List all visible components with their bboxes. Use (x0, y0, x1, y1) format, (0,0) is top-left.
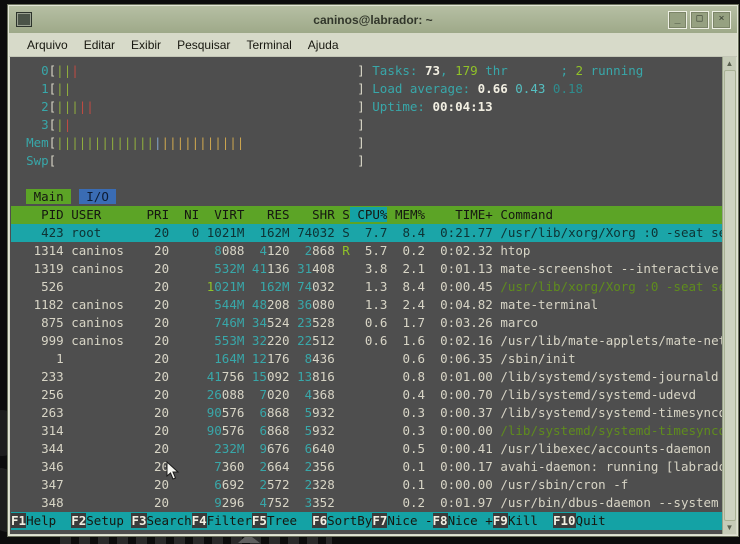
process-row-1[interactable]: 1 20 164M 12176 8436 0.6 0:06.35 /sbin/i… (11, 350, 723, 368)
fkey-f8-key[interactable]: F8 (432, 513, 448, 528)
fkey-f6-key[interactable]: F6 (312, 513, 328, 528)
fkey-f2-label[interactable]: Setup (86, 513, 132, 528)
mem-meter: Mem[||||||||||||||||||||||||| ] (26, 135, 365, 150)
fkey-f5-label[interactable]: Tree (266, 513, 313, 528)
menu-bar: Arquivo Editar Exibir Pesquisar Terminal Ajud… (9, 33, 737, 57)
tab-main[interactable]: Main (26, 189, 72, 204)
menu-item-pesquisar[interactable]: Pesquisar (169, 38, 238, 52)
process-row-423[interactable]: 423 root 20 0 1021M 162M 74032 S 7.7 8.4… (11, 224, 723, 242)
minimize-button[interactable]: _ (668, 11, 687, 29)
fkey-f7-label[interactable]: Nice - (387, 513, 433, 528)
fkey-f3-label[interactable]: Search (146, 513, 192, 528)
process-row-1182[interactable]: 1182 caninos 20 544M 48208 36080 1.3 2.4… (11, 296, 723, 314)
fkey-f1-label[interactable]: Help (26, 513, 72, 528)
menu-item-editar[interactable]: Editar (76, 38, 123, 52)
desktop: { "window": { "title": "caninos@labrador… (0, 0, 740, 544)
fkey-f1-key[interactable]: F1 (11, 513, 27, 528)
col-header-virt[interactable]: VIRT (207, 207, 244, 222)
table-header: PID USER PRI NI VIRT RES SHR S CPU% MEM%… (11, 206, 723, 224)
process-row-1319[interactable]: 1319 caninos 20 532M 41136 31408 3.8 2.1… (11, 260, 723, 278)
fkey-f8-label[interactable]: Nice + (447, 513, 493, 528)
col-header-ni[interactable]: NI (177, 207, 199, 222)
process-row-344[interactable]: 344 20 232M 9676 6640 0.5 0:00.41 /usr/l… (11, 440, 723, 458)
cpu-meter-1: 1[|| ] Load average: 0.66 0.43 0.18 (26, 81, 584, 96)
fkey-f4-label[interactable]: Filter (206, 513, 252, 528)
scrollbar[interactable]: ▲ ▼ (722, 57, 736, 534)
fkey-f5-key[interactable]: F5 (251, 513, 267, 528)
fkey-f9-key[interactable]: F9 (492, 513, 508, 528)
mem-meter-label: Mem (26, 135, 49, 150)
process-row-256[interactable]: 256 20 26088 7020 4368 0.4 0:00.70 /lib/… (11, 386, 723, 404)
cpu-meter-3: 3[|| ] (26, 117, 365, 132)
terminal-viewport: 0[||| ] Tasks: 73, 179 thr ; 2 running 1… (10, 57, 736, 534)
process-row-347[interactable]: 347 20 6692 2572 2328 0.1 0:00.00 /usr/s… (11, 476, 723, 494)
scroll-up-arrow-icon[interactable]: ▲ (723, 57, 736, 70)
menu-item-terminal[interactable]: Terminal (238, 38, 299, 52)
terminal-screen: 0[||| ] Tasks: 73, 179 thr ; 2 running 1… (11, 57, 723, 539)
process-row-1314[interactable]: 1314 caninos 20 8088 4120 2868 R 5.7 0.2… (11, 242, 723, 260)
close-button[interactable]: × (712, 11, 731, 29)
process-row-346[interactable]: 346 20 7360 2664 2356 0.1 0:00.17 avahi-… (11, 458, 723, 476)
maximize-button[interactable]: □ (690, 11, 709, 29)
col-header-user[interactable]: USER (71, 207, 139, 222)
fkey-f4-key[interactable]: F4 (191, 513, 207, 528)
menu-item-arquivo[interactable]: Arquivo (19, 38, 76, 52)
col-header-time[interactable]: TIME+ (433, 207, 493, 222)
screen-tabs: Main I/O (11, 188, 723, 206)
fkey-f2-key[interactable]: F2 (71, 513, 87, 528)
cpu-meter-3-label: 3 (26, 117, 49, 132)
fkey-f3-key[interactable]: F3 (131, 513, 147, 528)
terminal-window: caninos@labrador: ~ _ □ × Arquivo Editar Exi… (8, 5, 738, 536)
function-key-bar: F1Help F2Setup F3SearchF4FilterF5Tree F6… (11, 512, 723, 530)
fkey-f6-label[interactable]: SortBy (327, 513, 373, 528)
process-row-875[interactable]: 875 caninos 20 746M 34524 23528 0.6 1.7 … (11, 314, 723, 332)
fkey-f9-label[interactable]: Kill (507, 513, 553, 528)
fkey-f10-key[interactable]: F10 (552, 513, 576, 528)
tab-io[interactable]: I/O (78, 189, 117, 204)
col-header-s[interactable]: S (342, 207, 350, 222)
col-header-cpu[interactable]: CPU% (357, 207, 388, 222)
menu-item-exibir[interactable]: Exibir (123, 38, 169, 52)
fkey-f7-key[interactable]: F7 (372, 513, 388, 528)
col-header-shr[interactable]: SHR (297, 207, 335, 222)
uptime: Uptime: 00:04:13 (372, 99, 493, 114)
tasks-summary: Tasks: 73, 179 thr ; 2 running (372, 63, 644, 78)
process-row-263[interactable]: 263 20 90576 6868 5932 0.3 0:00.37 /lib/… (11, 404, 723, 422)
cpu-meter-2-label: 2 (26, 99, 49, 114)
process-row-233[interactable]: 233 20 41756 15092 13816 0.8 0:01.00 /li… (11, 368, 723, 386)
swp-meter: Swp[ ] (26, 153, 365, 168)
window-title: caninos@labrador: ~ (313, 12, 433, 27)
col-header-mem[interactable]: MEM% (395, 207, 425, 222)
process-row-348[interactable]: 348 20 9296 4752 3352 0.2 0:01.97 /usr/b… (11, 494, 723, 512)
col-header-res[interactable]: RES (252, 207, 290, 222)
window-controls: _ □ × (668, 11, 731, 29)
scrollbar-thumb[interactable] (724, 70, 736, 521)
menu-item-ajuda[interactable]: Ajuda (300, 38, 347, 52)
process-row-314[interactable]: 314 20 90576 6868 5932 0.3 0:00.00 /lib/… (11, 422, 723, 440)
mouse-cursor-icon (166, 461, 180, 480)
window-titlebar[interactable]: caninos@labrador: ~ _ □ × (9, 6, 737, 33)
cpu-meter-1-label: 1 (26, 81, 49, 96)
cpu-meter-0: 0[||| ] Tasks: 73, 179 thr ; 2 running (26, 63, 644, 78)
col-header-cmd[interactable]: Command (500, 207, 553, 222)
col-header-pid[interactable]: PID (26, 207, 64, 222)
process-row-526[interactable]: 526 20 1021M 162M 74032 1.3 8.4 0:00.45 … (11, 278, 723, 296)
scroll-down-arrow-icon[interactable]: ▼ (723, 521, 736, 534)
cpu-meter-0-label: 0 (26, 63, 49, 78)
load-average: Load average: 0.66 0.43 0.18 (372, 81, 584, 96)
process-row-999[interactable]: 999 caninos 20 553M 32220 22512 0.6 1.6 … (11, 332, 723, 350)
swp-meter-label: Swp (26, 153, 49, 168)
fkey-f10-label[interactable]: Quit (575, 513, 621, 528)
cpu-meter-2: 2[||||| ] Uptime: 00:04:13 (26, 99, 493, 114)
col-header-pri[interactable]: PRI (147, 207, 170, 222)
